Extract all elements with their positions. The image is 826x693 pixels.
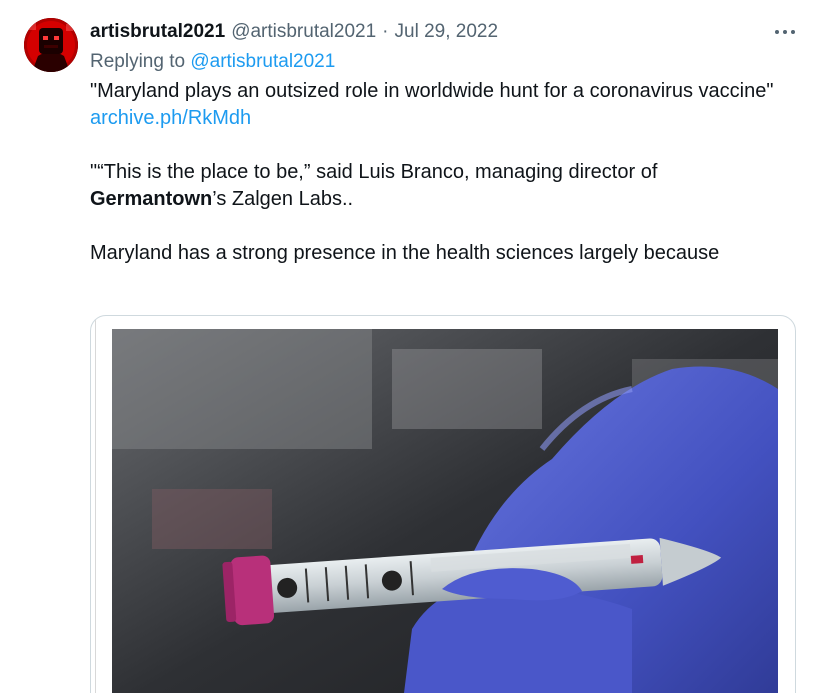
replying-to: Replying to @artisbrutal2021 bbox=[90, 50, 335, 74]
more-horizontal-icon bbox=[775, 30, 779, 34]
timestamp[interactable]: Jul 29, 2022 bbox=[395, 20, 499, 44]
more-horizontal-icon bbox=[783, 30, 787, 34]
quote-part: ’s Zalgen Labs.. bbox=[212, 188, 354, 210]
tweet-quote: "“This is the place to be,” said Luis Br… bbox=[90, 159, 790, 213]
tweet-text: "Maryland plays an outsized role in worl… bbox=[90, 78, 790, 267]
test-tube-gloved-hand-image bbox=[112, 329, 778, 693]
tweet-header: artisbrutal2021 @artisbrutal2021 · Jul 2… bbox=[90, 20, 498, 44]
tweet-text-line: "Maryland plays an outsized role in worl… bbox=[90, 80, 774, 102]
replying-to-handle-link[interactable]: @artisbrutal2021 bbox=[190, 51, 335, 72]
avatar[interactable] bbox=[24, 18, 78, 72]
tweet-text-line: Maryland has a strong presence in the he… bbox=[90, 242, 720, 264]
tweet[interactable]: artisbrutal2021 @artisbrutal2021 · Jul 2… bbox=[0, 0, 826, 693]
separator-dot: · bbox=[382, 21, 389, 42]
display-name[interactable]: artisbrutal2021 bbox=[90, 20, 225, 44]
more-options-button[interactable] bbox=[772, 22, 798, 42]
quote-bold-place: Germantown bbox=[90, 188, 213, 210]
more-horizontal-icon bbox=[791, 30, 795, 34]
media-card[interactable] bbox=[90, 315, 796, 693]
replying-to-label: Replying to bbox=[90, 51, 191, 72]
media-frame-edge bbox=[95, 320, 107, 693]
avatar-image bbox=[24, 18, 78, 72]
user-handle[interactable]: @artisbrutal2021 bbox=[231, 20, 376, 44]
archive-link[interactable]: archive.ph/RkMdh bbox=[90, 107, 251, 129]
quote-part: "“This is the place to be,” said Luis Br… bbox=[90, 161, 658, 183]
vaccine-photo[interactable] bbox=[112, 329, 778, 693]
